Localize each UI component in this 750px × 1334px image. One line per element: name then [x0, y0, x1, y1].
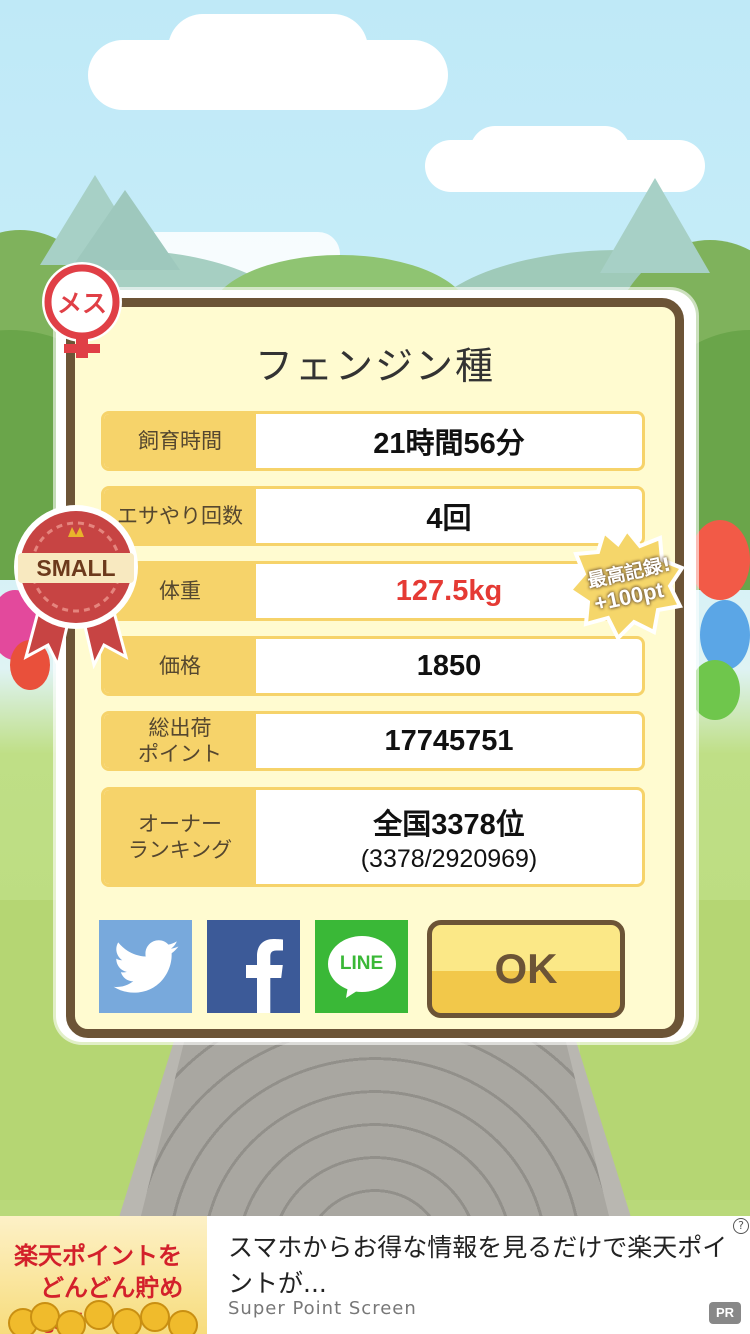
rosette-icon: [14, 505, 138, 670]
stat-value: 17745751: [384, 724, 514, 757]
ranking-detail: (3378/2920969): [360, 844, 538, 873]
twitter-share-button[interactable]: [99, 920, 192, 1013]
gender-label: メス: [56, 289, 107, 318]
ad-image[interactable]: 楽天ポイントを どんどん貯めよう: [0, 1216, 207, 1334]
stat-row-weight: 体重 127.5kg: [101, 561, 645, 621]
ad-pr-badge: PR: [709, 1302, 741, 1324]
facebook-share-button[interactable]: [207, 920, 300, 1013]
stat-row-feed-count: エサやり回数 4回: [101, 486, 645, 546]
ad-headline[interactable]: スマホからお得な情報を見るだけで楽天ポイントが...: [228, 1230, 728, 1302]
result-dialog: フェンジン種 飼育時間 21時間56分 エサやり回数 4回 体重 127.5kg…: [56, 290, 696, 1042]
facebook-icon: [246, 939, 283, 1013]
size-rosette-badge: SMALL: [12, 497, 140, 670]
stat-row-total-points: 総出荷 ポイント 17745751: [101, 711, 645, 771]
stat-label: 飼育時間: [104, 414, 256, 468]
stat-row-price: 価格 1850: [101, 636, 645, 696]
ad-banner[interactable]: 楽天ポイントを どんどん貯めよう スマホからお得な情報を見るだけで楽天ポイントが…: [0, 1216, 750, 1334]
ad-source: Super Point Screen: [228, 1298, 417, 1319]
ad-image-line1: 楽天ポイントを: [14, 1243, 182, 1270]
stat-value-group: 全国3378位 (3378/2920969): [256, 790, 642, 884]
twitter-icon: [113, 939, 178, 993]
dialog-panel: フェンジン種 飼育時間 21時間56分 エサやり回数 4回 体重 127.5kg…: [66, 298, 684, 1038]
stat-value: 1850: [416, 649, 482, 682]
stat-value: 21時間56分: [373, 428, 525, 460]
line-label: LINE: [339, 952, 384, 974]
line-share-button[interactable]: LINE: [315, 920, 408, 1013]
stat-row-owner-ranking: オーナー ランキング 全国3378位 (3378/2920969): [101, 787, 645, 887]
size-label: SMALL: [36, 555, 116, 581]
stat-row-raising-time: 飼育時間 21時間56分: [101, 411, 645, 471]
female-badge: メス: [36, 262, 128, 358]
stat-label: 総出荷 ポイント: [104, 714, 256, 768]
ranking-value: 全国3378位: [373, 808, 525, 841]
new-record-badge: 最高記録! +100pt: [566, 526, 686, 642]
ok-button[interactable]: OK: [427, 920, 625, 1018]
stat-label: オーナー ランキング: [104, 790, 256, 884]
ad-info-icon[interactable]: ?: [733, 1218, 749, 1234]
breed-title: フェンジン種: [254, 344, 495, 388]
